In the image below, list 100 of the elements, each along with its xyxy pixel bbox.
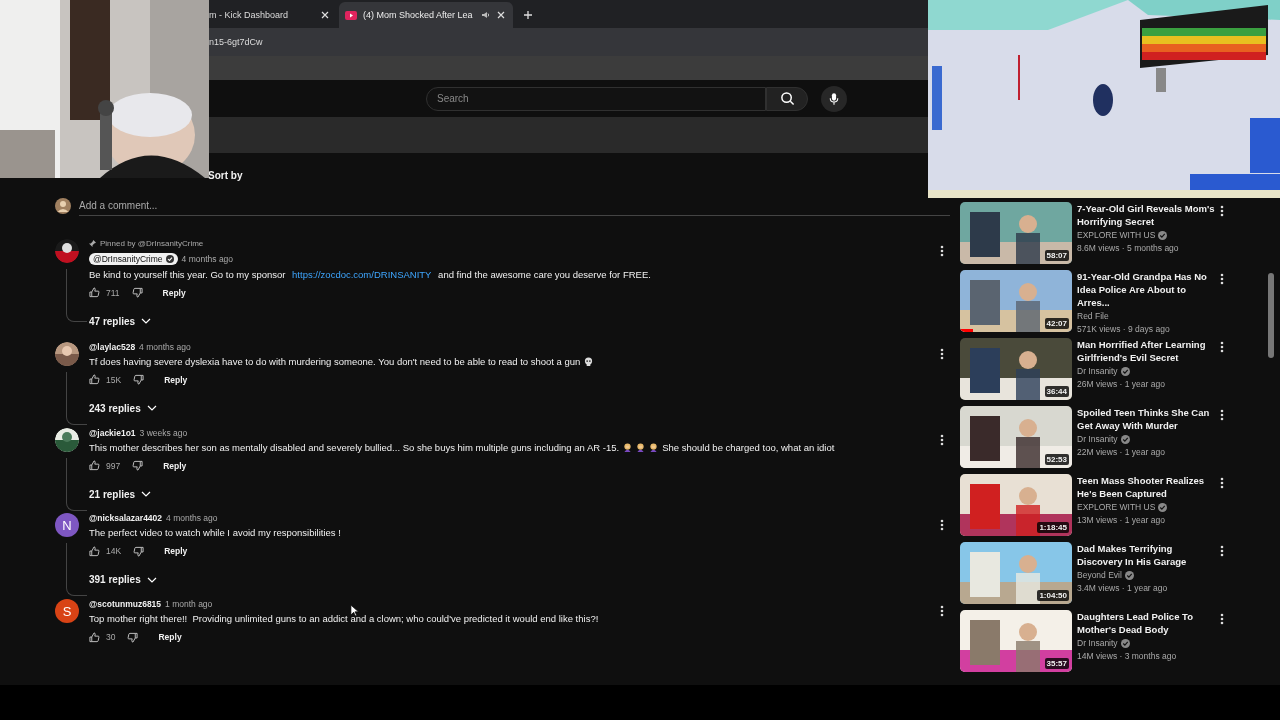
dislike-icon[interactable] bbox=[133, 374, 145, 386]
reply-button[interactable]: Reply bbox=[154, 285, 194, 300]
video-meta: 13M views · 1 year ago bbox=[1077, 515, 1165, 525]
comment-text: Top mother right there!! Providing unlimited guns to an addict and a clown; who could've predicted it would end like this?! bbox=[89, 613, 599, 625]
video-duration: 35:57 bbox=[1044, 658, 1069, 669]
dislike-icon[interactable] bbox=[132, 460, 144, 472]
pin-icon bbox=[89, 239, 96, 247]
video-title[interactable]: 7-Year-Old Girl Reveals Mom's Horrifying Secret bbox=[1077, 202, 1217, 228]
facepalm-icon bbox=[636, 442, 646, 452]
browser-tab[interactable]: (4) Mom Shocked After Lea bbox=[339, 2, 513, 28]
more-options-icon[interactable] bbox=[940, 433, 944, 446]
like-icon[interactable] bbox=[89, 374, 100, 386]
skull-icon bbox=[584, 356, 594, 366]
like-count: 14K bbox=[106, 546, 122, 557]
microphone-button[interactable] bbox=[821, 85, 847, 112]
reply-button[interactable]: Reply bbox=[150, 630, 190, 645]
comment-author[interactable]: @scotunmuz6815 bbox=[89, 599, 162, 610]
video-title[interactable]: Man Horrified After Learning Girlfriend's Evil Secret bbox=[1077, 338, 1217, 364]
video-meta: 3.4M views · 1 year ago bbox=[1077, 583, 1168, 593]
channel-name[interactable]: Dr Insanity bbox=[1077, 638, 1118, 648]
video-duration: 52:53 bbox=[1044, 454, 1069, 465]
comment-author[interactable]: @DrInsanityCrime bbox=[89, 252, 178, 265]
comment-author[interactable]: @jackie1o1 bbox=[89, 427, 136, 438]
search-icon bbox=[779, 91, 795, 106]
video-title[interactable]: Spoiled Teen Thinks She Can Get Away With Murder bbox=[1077, 406, 1217, 432]
like-icon[interactable] bbox=[89, 631, 100, 643]
avatar: N bbox=[55, 513, 79, 538]
replies-toggle[interactable]: 47 replies bbox=[89, 315, 152, 327]
more-options-icon[interactable] bbox=[940, 244, 944, 257]
more-options-icon[interactable] bbox=[1220, 409, 1224, 421]
search-button[interactable] bbox=[766, 86, 808, 111]
more-options-icon[interactable] bbox=[940, 519, 944, 532]
video-title[interactable]: Dad Makes Terrifying Discovery In His Garage bbox=[1077, 542, 1217, 568]
channel-name[interactable]: EXPLORE WITH US bbox=[1077, 502, 1156, 512]
video-duration: 1:04:50 bbox=[1037, 590, 1069, 601]
more-options-icon[interactable] bbox=[940, 347, 944, 360]
address-text[interactable]: n15-6gt7dCw bbox=[209, 37, 263, 47]
like-icon[interactable] bbox=[89, 460, 100, 472]
reply-button[interactable]: Reply bbox=[156, 372, 196, 387]
avatar: S bbox=[55, 599, 79, 624]
video-meta: 14M views · 3 months ago bbox=[1077, 651, 1177, 661]
more-options-icon[interactable] bbox=[1220, 613, 1224, 625]
scrollbar-thumb[interactable] bbox=[1268, 273, 1274, 358]
comment-text: Be kind to yourself this year. Go to my sponsor bbox=[89, 268, 287, 280]
like-icon[interactable] bbox=[89, 287, 100, 299]
comment-text: This mother describes her son as mentally disabled and severely bullied... So she buys him multiple guns including an AR -15. bbox=[89, 441, 620, 453]
thread-line bbox=[66, 371, 87, 425]
video-duration: 42:07 bbox=[1044, 318, 1069, 329]
close-icon[interactable] bbox=[321, 11, 329, 19]
reply-button[interactable]: Reply bbox=[155, 458, 195, 473]
video-duration: 58:07 bbox=[1044, 250, 1069, 261]
comment-text: She should be charged too, what an idiot bbox=[662, 441, 835, 453]
more-options-icon[interactable] bbox=[1220, 477, 1224, 489]
replies-toggle[interactable]: 391 replies bbox=[89, 574, 157, 586]
more-options-icon[interactable] bbox=[1220, 545, 1224, 557]
comment-time: 4 months ago bbox=[181, 253, 234, 264]
thread-line bbox=[66, 268, 87, 322]
dislike-icon[interactable] bbox=[131, 287, 143, 299]
comment-text: Tf does having severe dyslexia have to do with murdering someone. You don't need to be able to read to shoot a gun bbox=[89, 355, 581, 367]
reply-button[interactable]: Reply bbox=[156, 544, 196, 559]
new-tab-icon[interactable] bbox=[523, 10, 533, 20]
comment-field[interactable]: Add a comment... bbox=[79, 196, 950, 216]
speaker-icon[interactable] bbox=[481, 10, 491, 20]
more-options-icon[interactable] bbox=[1220, 273, 1224, 285]
comment-text: The perfect video to watch while I avoid my responsibilities ! bbox=[89, 527, 341, 539]
chevron-down-icon bbox=[141, 491, 152, 498]
video-title[interactable]: Daughters Lead Police To Mother's Dead Body bbox=[1077, 610, 1217, 636]
video-meta: 8.6M views · 5 months ago bbox=[1077, 243, 1179, 253]
channel-name[interactable]: Beyond Evil bbox=[1077, 570, 1122, 580]
thread-line bbox=[66, 457, 87, 511]
video-title[interactable]: Teen Mass Shooter Realizes He's Been Captured bbox=[1077, 474, 1217, 500]
more-options-icon[interactable] bbox=[1220, 205, 1224, 217]
browser-tab[interactable]: m - Kick Dashboard bbox=[209, 2, 337, 28]
comment-time: 3 weeks ago bbox=[139, 427, 188, 438]
video-meta: 22M views · 1 year ago bbox=[1077, 447, 1165, 457]
channel-name[interactable]: Dr Insanity bbox=[1077, 434, 1118, 444]
comment-link[interactable]: https://zocdoc.com/DRINSANITY bbox=[292, 268, 432, 280]
replies-toggle[interactable]: 21 replies bbox=[89, 488, 152, 500]
like-icon[interactable] bbox=[89, 545, 100, 557]
channel-name[interactable]: EXPLORE WITH US bbox=[1077, 230, 1156, 240]
replies-toggle[interactable]: 243 replies bbox=[89, 402, 157, 414]
sort-button[interactable]: Sort by bbox=[208, 169, 243, 181]
facepalm-icon bbox=[649, 442, 659, 452]
video-title[interactable]: 91-Year-Old Grandpa Has No Idea Police Are About to Arres... bbox=[1077, 270, 1217, 309]
channel-name[interactable]: Red File bbox=[1077, 311, 1109, 321]
dislike-icon[interactable] bbox=[133, 545, 145, 557]
chevron-down-icon bbox=[146, 405, 157, 412]
pinned-label: Pinned by @DrInsanityCrime bbox=[100, 238, 204, 248]
verified-icon bbox=[165, 254, 174, 263]
channel-name[interactable]: Dr Insanity bbox=[1077, 366, 1118, 376]
search-field[interactable]: Search bbox=[426, 86, 766, 111]
more-options-icon[interactable] bbox=[1220, 341, 1224, 353]
comment-author[interactable]: @nicksalazar4402 bbox=[89, 513, 163, 524]
comment-author[interactable]: @laylac528 bbox=[89, 341, 136, 352]
like-count: 30 bbox=[106, 632, 116, 643]
comment-time: 4 months ago bbox=[139, 341, 191, 352]
close-icon[interactable] bbox=[497, 11, 505, 19]
facepalm-icon bbox=[623, 442, 633, 452]
more-options-icon[interactable] bbox=[940, 605, 944, 618]
dislike-icon[interactable] bbox=[127, 631, 139, 643]
